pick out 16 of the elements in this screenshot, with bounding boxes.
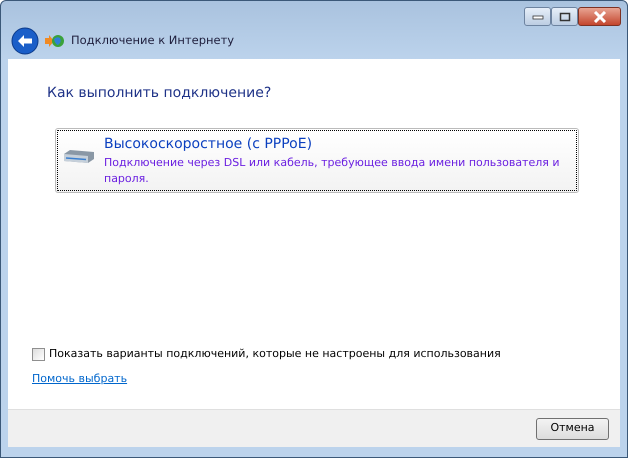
globe-icon bbox=[45, 33, 65, 49]
option-description: Подключение через DSL или кабель, требующее ввода имени пользователя и пароля. bbox=[104, 155, 561, 187]
connection-option[interactable]: Высокоскоростное (с PPPoE) Подключение через DSL или кабель, требующее ввода имени пользователя и пароля. bbox=[55, 128, 579, 193]
checkbox-label[interactable]: Показать варианты подключений, которые не настроены для использования bbox=[49, 346, 501, 362]
close-button[interactable] bbox=[578, 7, 621, 26]
minimize-icon bbox=[532, 14, 544, 20]
checkbox[interactable] bbox=[32, 348, 45, 361]
cancel-button[interactable]: Отмена bbox=[536, 418, 609, 440]
minimize-button[interactable] bbox=[524, 7, 551, 26]
maximize-icon bbox=[558, 12, 570, 22]
option-title: Высокоскоростное (с PPPoE) bbox=[104, 135, 314, 154]
window-title: Подключение к Интернету bbox=[71, 32, 234, 50]
help-link[interactable]: Помочь выбрать bbox=[32, 370, 128, 387]
page-heading: Как выполнить подключение? bbox=[47, 84, 272, 103]
close-icon bbox=[592, 10, 606, 22]
maximize-button[interactable] bbox=[551, 7, 578, 26]
